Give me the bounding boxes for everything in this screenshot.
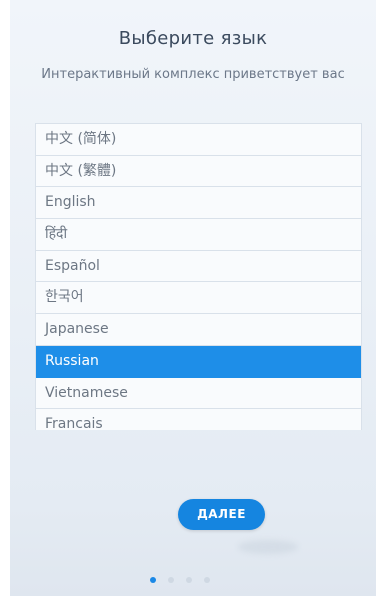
page-dot-2 <box>168 577 174 583</box>
language-item-vietnamese[interactable]: Vietnamese <box>36 377 361 410</box>
page-dot-4 <box>204 577 210 583</box>
page-dot-3 <box>186 577 192 583</box>
language-item-hindi[interactable]: हिंदी <box>36 219 361 251</box>
language-item-spanish[interactable]: Español <box>36 250 361 283</box>
page-dot-1 <box>150 577 156 583</box>
language-item-korean[interactable]: 한국어 <box>36 282 361 315</box>
language-item-french[interactable]: Francais <box>36 409 361 430</box>
language-item-japanese[interactable]: Japanese <box>36 314 361 346</box>
page-subtitle: Интерактивный комплекс приветствует вас <box>41 67 345 82</box>
screen-glare <box>238 540 298 554</box>
language-list[interactable]: 中文 (简体) 中文 (繁體) English हिंदी Español 한국… <box>35 123 362 430</box>
page-title: Выберите язык <box>118 28 268 49</box>
page-indicator <box>150 577 210 585</box>
language-item-chinese-traditional[interactable]: 中文 (繁體) <box>36 155 361 188</box>
language-item-russian[interactable]: Russian <box>36 345 361 378</box>
language-item-english[interactable]: English <box>36 187 361 220</box>
language-item-chinese-simplified[interactable]: 中文 (简体) <box>36 124 361 156</box>
next-button[interactable]: ДАЛЕЕ <box>178 499 265 530</box>
language-selection-screen: Выберите язык Интерактивный комплекс при… <box>10 0 376 596</box>
